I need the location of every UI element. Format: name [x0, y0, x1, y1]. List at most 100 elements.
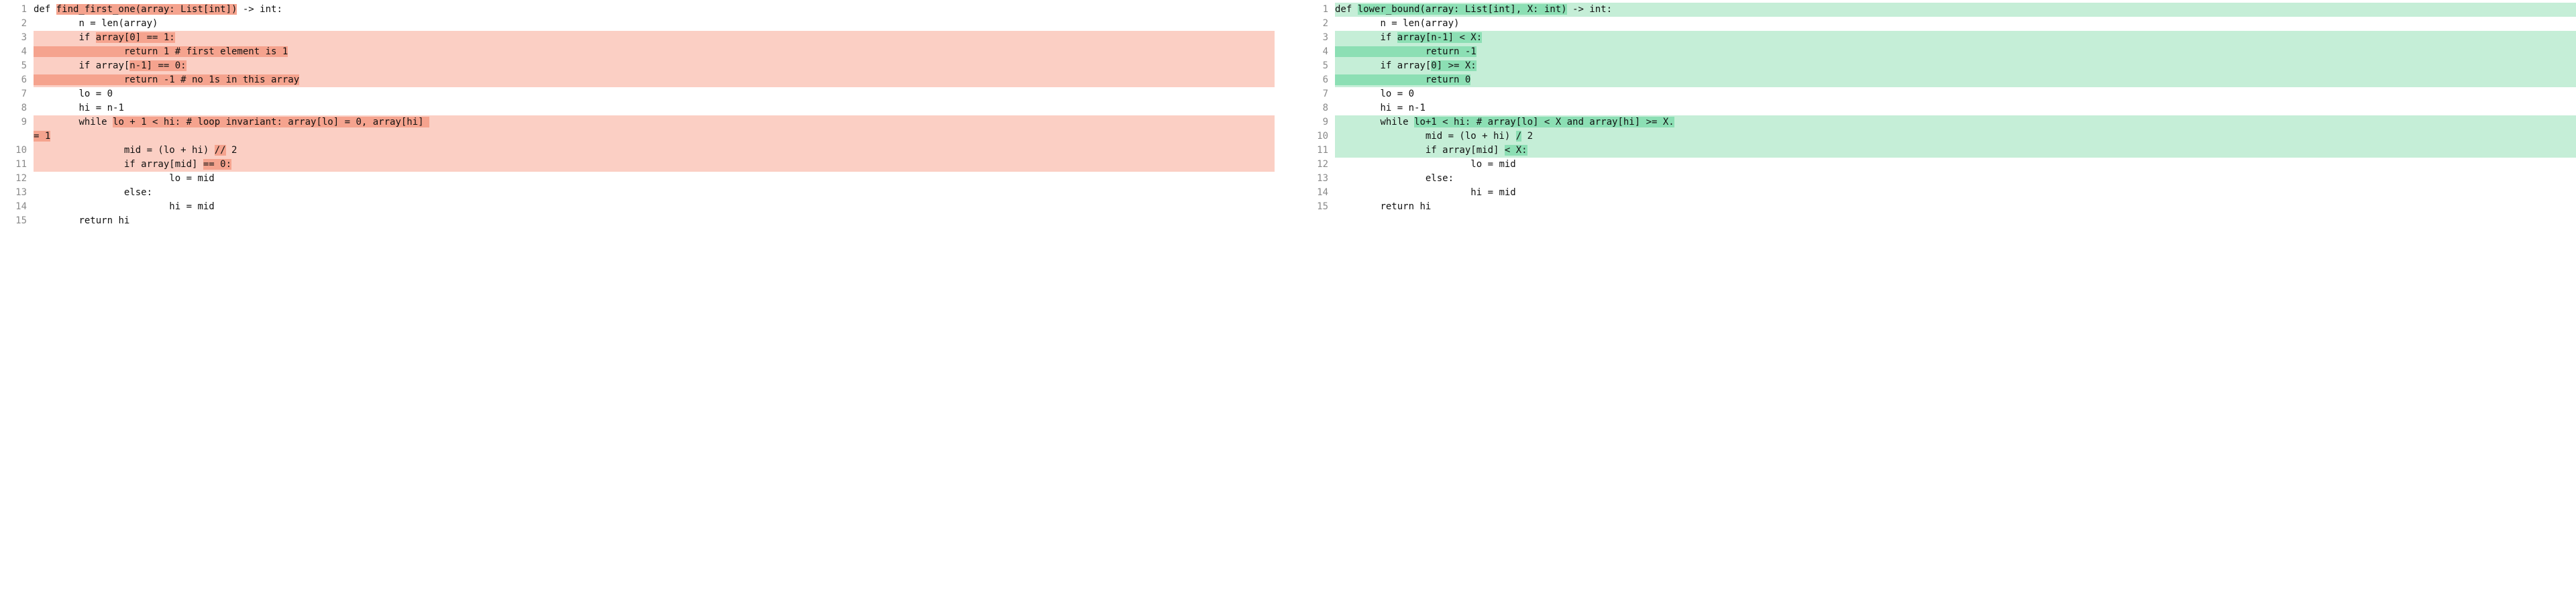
code-line-continuation: = 1 [0, 129, 1275, 144]
diff-token-changed: / [1516, 131, 1521, 142]
line-number: 14 [0, 200, 34, 214]
code-content: def lower_bound(array: List[int], X: int… [1335, 3, 2576, 17]
line-number: 12 [1301, 158, 1335, 172]
line-number [0, 129, 34, 144]
code-line: 9 while lo+1 < hi: # array[lo] < X and a… [1301, 115, 2576, 129]
diff-token: -> int: [1567, 4, 1612, 15]
code-content: if array[0] >= X: [1335, 59, 2576, 73]
line-number: 1 [1301, 3, 1335, 17]
diff-token: 2 [1521, 131, 1533, 142]
diff-token: else: [1335, 173, 1454, 184]
line-number: 7 [1301, 87, 1335, 101]
line-number: 15 [1301, 200, 1335, 214]
code-content: if array[0] == 1: [34, 31, 1275, 45]
diff-token: -> int: [237, 4, 282, 15]
line-number: 10 [0, 144, 34, 158]
code-line: 12 lo = mid [1301, 158, 2576, 172]
code-line: 3 if array[0] == 1: [0, 31, 1275, 45]
diff-token: return hi [1335, 201, 1431, 212]
code-content: lo = 0 [34, 87, 1275, 101]
code-content: lo = 0 [1335, 87, 2576, 101]
line-number: 4 [0, 45, 34, 59]
code-content: mid = (lo + hi) / 2 [1335, 129, 2576, 144]
diff-token: hi = n-1 [1335, 103, 1426, 113]
diff-token-changed: find_first_one(array: List[int]) [56, 4, 237, 15]
code-line: 11 if array[mid] == 0: [0, 158, 1275, 172]
diff-token: hi = mid [1335, 187, 1516, 198]
code-content: while lo+1 < hi: # array[lo] < X and arr… [1335, 115, 2576, 129]
code-line: 15 return hi [1301, 200, 2576, 214]
line-number: 7 [0, 87, 34, 101]
line-number: 15 [0, 214, 34, 228]
diff-token: if array[mid] [34, 159, 203, 170]
diff-token: n = len(array) [1335, 18, 1459, 29]
code-content: return hi [34, 214, 1275, 228]
code-line: 13 else: [0, 186, 1275, 200]
code-content: if array[n-1] == 0: [34, 59, 1275, 73]
diff-token-changed: == 0: [203, 159, 231, 170]
diff-token: if array[ [34, 60, 129, 71]
diff-token: if array[ [1335, 60, 1431, 71]
diff-token-changed: lo + 1 < hi: # loop invariant: array[lo]… [113, 117, 429, 127]
code-line: 6 return 0 [1301, 73, 2576, 87]
diff-token: hi = mid [34, 201, 215, 212]
line-number: 9 [1301, 115, 1335, 129]
code-content: if array[mid] < X: [1335, 144, 2576, 158]
code-line: 13 else: [1301, 172, 2576, 186]
code-line: 4 return -1 [1301, 45, 2576, 59]
code-line: 14 hi = mid [1301, 186, 2576, 200]
code-content: if array[n-1] < X: [1335, 31, 2576, 45]
code-line: 3 if array[n-1] < X: [1301, 31, 2576, 45]
line-number: 4 [1301, 45, 1335, 59]
diff-token-changed: return -1 # no 1s in this array [34, 74, 299, 85]
diff-token-changed: lo+1 < hi: # array[lo] < X and array[hi]… [1414, 117, 1674, 127]
code-content: def find_first_one(array: List[int]) -> … [34, 3, 1275, 17]
code-content: hi = mid [1335, 186, 2576, 200]
diff-token-changed: // [215, 145, 226, 156]
line-number: 9 [0, 115, 34, 129]
diff-token: mid = (lo + hi) [1335, 131, 1516, 142]
diff-token-changed: lower_bound(array: List[int], X: int) [1358, 4, 1567, 15]
code-line: 2 n = len(array) [0, 17, 1275, 31]
line-number: 5 [0, 59, 34, 73]
code-line: 10 mid = (lo + hi) // 2 [0, 144, 1275, 158]
line-number: 2 [1301, 17, 1335, 31]
diff-token: if [34, 32, 96, 43]
diff-token-changed: return -1 [1335, 46, 1477, 57]
code-content: return -1 [1335, 45, 2576, 59]
code-line: 9 while lo + 1 < hi: # loop invariant: a… [0, 115, 1275, 129]
code-content: mid = (lo + hi) // 2 [34, 144, 1275, 158]
diff-token-changed: array[0] == 1: [96, 32, 175, 43]
line-number: 8 [1301, 101, 1335, 115]
code-line: 4 return 1 # first element is 1 [0, 45, 1275, 59]
diff-token: 2 [226, 145, 237, 156]
line-number: 6 [1301, 73, 1335, 87]
code-line: 7 lo = 0 [1301, 87, 2576, 101]
code-content: n = len(array) [1335, 17, 2576, 31]
diff-token: def [1335, 4, 1358, 15]
diff-token-changed: return 1 # first element is 1 [34, 46, 288, 57]
code-line: 8 hi = n-1 [1301, 101, 2576, 115]
diff-token: def [34, 4, 56, 15]
line-number: 5 [1301, 59, 1335, 73]
code-line: 11 if array[mid] < X: [1301, 144, 2576, 158]
line-number: 11 [0, 158, 34, 172]
code-content: lo = mid [1335, 158, 2576, 172]
diff-container: 1def find_first_one(array: List[int]) ->… [0, 0, 2576, 231]
code-content: return -1 # no 1s in this array [34, 73, 1275, 87]
line-number: 1 [0, 3, 34, 17]
line-number: 12 [0, 172, 34, 186]
diff-token-changed: return 0 [1335, 74, 1470, 85]
line-number: 13 [1301, 172, 1335, 186]
diff-token: lo = 0 [1335, 89, 1414, 99]
diff-token: while [34, 117, 113, 127]
code-content: = 1 [34, 129, 1275, 144]
code-line: 15 return hi [0, 214, 1275, 228]
code-content: else: [1335, 172, 2576, 186]
diff-token: if [1335, 32, 1397, 43]
code-content: hi = n-1 [34, 101, 1275, 115]
code-line: 7 lo = 0 [0, 87, 1275, 101]
diff-token: else: [34, 187, 152, 198]
code-content: return 0 [1335, 73, 2576, 87]
line-number: 8 [0, 101, 34, 115]
